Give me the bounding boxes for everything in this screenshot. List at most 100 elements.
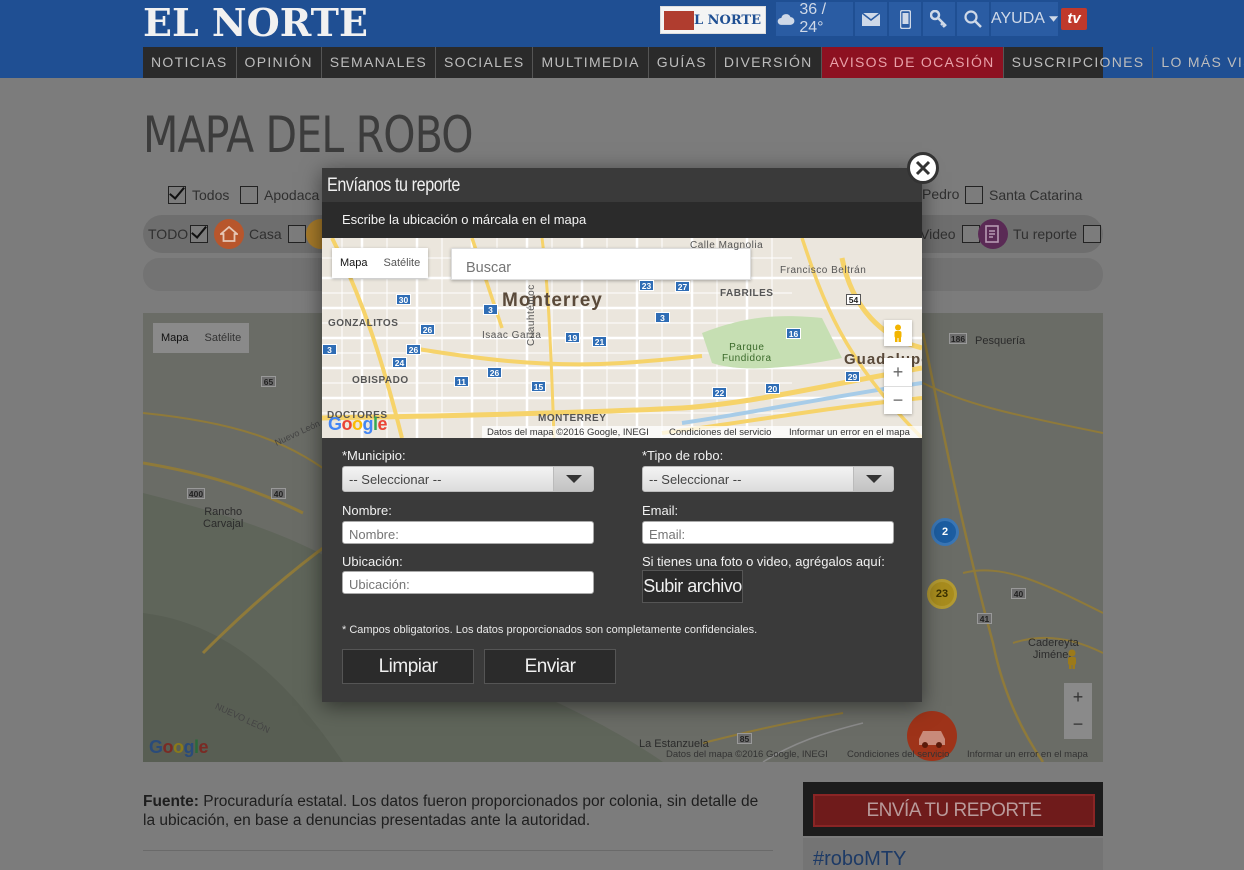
- checkbox-santa-catarina[interactable]: [965, 186, 983, 204]
- category-video[interactable]: Video: [920, 225, 980, 243]
- tipo-robo-select[interactable]: -- Seleccionar --: [642, 466, 894, 492]
- site-logo[interactable]: EL NORTE: [143, 4, 368, 42]
- road-shield: 29: [845, 371, 860, 382]
- google-logo: Google: [149, 737, 209, 757]
- bg-maptype-satellite[interactable]: Satélite: [197, 323, 250, 353]
- email-input[interactable]: [642, 521, 894, 544]
- bg-zoom-in-button[interactable]: +: [1064, 683, 1092, 711]
- shield-41: 41: [977, 613, 992, 624]
- location-picker-map[interactable]: Mapa Satélite Monterrey Guadalupe Calle …: [322, 238, 922, 438]
- nav-item-sociales[interactable]: SOCIALES: [436, 47, 534, 78]
- map-report-error-link[interactable]: Informar un error en el mapa: [789, 427, 910, 438]
- street-label: Calle Magnolia: [690, 240, 764, 251]
- cluster-marker[interactable]: 2: [931, 518, 959, 546]
- nombre-input[interactable]: [342, 521, 594, 544]
- mail-icon[interactable]: [855, 2, 887, 36]
- road-shield: 16: [786, 328, 801, 339]
- map-type-control: Mapa Satélite: [332, 248, 429, 278]
- email-label: Email:: [642, 503, 679, 518]
- pegman-icon[interactable]: [884, 320, 912, 346]
- ubicacion-input[interactable]: [342, 571, 594, 594]
- bg-map-attribution: Datos del mapa ©2016 Google, INEGI: [666, 749, 828, 760]
- mobile-icon[interactable]: [889, 2, 921, 36]
- road-shield: 21: [592, 336, 607, 347]
- filter-santa-catarina[interactable]: Santa Catarina: [965, 186, 1082, 204]
- maptype-satellite-button[interactable]: Satélite: [376, 248, 429, 278]
- cloud-icon: [777, 14, 795, 25]
- checkbox-apodaca[interactable]: [240, 186, 258, 204]
- road-shield: 3: [655, 312, 670, 323]
- submit-button[interactable]: Enviar: [484, 649, 616, 684]
- shield-85: 85: [737, 733, 752, 744]
- source-label: Fuente:: [143, 793, 199, 810]
- nav-item-guías[interactable]: GUÍAS: [649, 47, 716, 78]
- clear-button[interactable]: Limpiar: [342, 649, 474, 684]
- municipio-select[interactable]: -- Seleccionar --: [342, 466, 594, 492]
- cluster-marker[interactable]: 23: [927, 579, 957, 609]
- nav-item-multimedia[interactable]: MULTIMEDIA: [533, 47, 649, 78]
- tipo-robo-label: *Tipo de robo:: [642, 448, 724, 463]
- filter-apodaca[interactable]: Apodaca: [240, 186, 319, 204]
- category-tu-reporte[interactable]: Tu reporte: [1013, 225, 1102, 243]
- report-icon: [978, 219, 1008, 249]
- nav-item-lo-más-visto[interactable]: LO MÁS VISTO: [1153, 47, 1244, 78]
- nav-item-suscripciones[interactable]: SUSCRIPCIONES: [1004, 47, 1154, 78]
- help-menu[interactable]: AYUDA: [991, 2, 1058, 36]
- search-icon[interactable]: [957, 2, 989, 36]
- park-label: Parque Fundidora: [722, 342, 772, 364]
- place-pesqueria: Pesquería: [975, 335, 1026, 347]
- ubicacion-label: Ubicación:: [342, 554, 403, 569]
- category-casa[interactable]: Casa: [249, 225, 306, 243]
- checkbox-todos[interactable]: [168, 186, 186, 204]
- checkbox-casa[interactable]: [287, 225, 306, 243]
- category-todo[interactable]: TODO: [148, 225, 209, 243]
- zoom-control: + −: [884, 358, 912, 414]
- bg-map-report-error-link[interactable]: Informar un error en el mapa: [967, 749, 1088, 760]
- maptype-map-button[interactable]: Mapa: [332, 248, 376, 278]
- checkbox-todo[interactable]: [190, 225, 209, 243]
- bg-map-terms-link[interactable]: Condiciones del servicio: [847, 749, 949, 760]
- road-shield: 19: [565, 332, 580, 343]
- chevron-down-icon: [553, 467, 593, 491]
- road-shield: 26: [487, 367, 502, 378]
- tv-link[interactable]: tv: [1060, 2, 1088, 36]
- place-rancho-carvajal: Rancho Carvajal: [203, 506, 244, 530]
- nav-item-opinión[interactable]: OPINIÓN: [237, 47, 322, 78]
- nav-item-diversión[interactable]: DIVERSIÓN: [716, 47, 822, 78]
- street-label: Cuauhtémoc: [526, 284, 537, 346]
- checkbox-tu-reporte[interactable]: [1083, 225, 1102, 243]
- send-report-button[interactable]: ENVÍA TU REPORTE: [813, 794, 1095, 827]
- area-label: GONZALITOS: [328, 318, 399, 329]
- road-shield: 3: [483, 304, 498, 315]
- filter-todos[interactable]: Todos: [168, 186, 229, 204]
- bg-maptype-map[interactable]: Mapa: [153, 323, 197, 353]
- modal-instruction: Escribe la ubicación o márcala en el map…: [322, 202, 922, 238]
- map-terms-link[interactable]: Condiciones del servicio: [669, 427, 771, 438]
- divider: [143, 850, 773, 851]
- municipio-label: *Municipio:: [342, 448, 406, 463]
- road-shield: 3: [322, 344, 337, 355]
- source-text: Procuraduría estatal. Los datos fueron p…: [143, 793, 759, 829]
- pegman-icon[interactable]: [1065, 649, 1079, 674]
- hashtag-link[interactable]: #roboMTY: [813, 848, 906, 870]
- modal-title: Envíanos tu reporte: [327, 175, 460, 196]
- checkbox-video[interactable]: [961, 225, 980, 243]
- weather-text: 36 / 24°: [799, 1, 827, 36]
- zoom-in-button[interactable]: +: [884, 358, 912, 386]
- filter-san-pedro[interactable]: Pedro: [922, 186, 959, 202]
- house-icon: [214, 219, 244, 249]
- upload-file-button[interactable]: Subir archivo: [642, 570, 743, 603]
- page-title: MAPA DEL ROBO: [143, 106, 474, 164]
- key-icon[interactable]: [923, 2, 955, 36]
- required-fields-note: * Campos obligatorios. Los datos proporc…: [342, 624, 758, 636]
- nav-item-noticias[interactable]: NOTICIAS: [143, 47, 237, 78]
- zoom-out-button[interactable]: −: [884, 386, 912, 414]
- weather-widget[interactable]: 36 / 24°: [776, 1, 853, 36]
- bg-zoom-out-button[interactable]: −: [1064, 711, 1092, 739]
- print-edition-thumbnail[interactable]: EL NORTE: [660, 6, 766, 34]
- nav-item-avisos-de-ocasión[interactable]: AVISOS DE OCASIÓN: [821, 47, 1004, 78]
- shield-65: 65: [261, 376, 276, 387]
- close-icon[interactable]: [907, 152, 939, 184]
- nav-item-semanales[interactable]: SEMANALES: [322, 47, 437, 78]
- map-search-input[interactable]: [451, 248, 751, 280]
